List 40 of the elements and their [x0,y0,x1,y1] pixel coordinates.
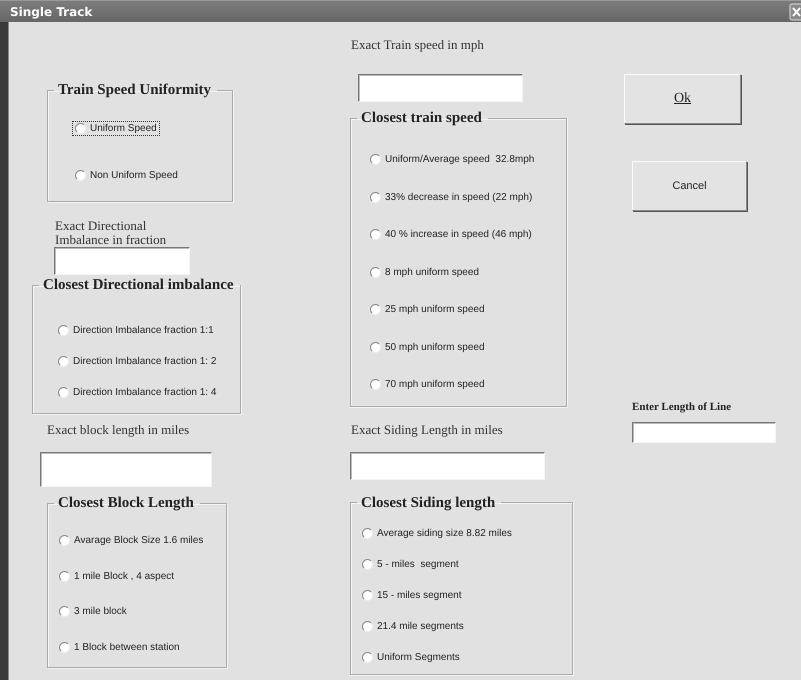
radio-option[interactable]: Uniform Speed [72,121,160,136]
radio-option[interactable]: 40 % increase in speed (46 mph) [367,227,535,242]
radio-option[interactable]: Avarage Block Size 1.6 miles [56,533,206,548]
radio-option[interactable]: 15 - miles segment [359,588,464,602]
radio-option[interactable]: 1 mile Block , 4 aspect [56,568,178,584]
input-field[interactable] [54,247,190,275]
radio-option[interactable]: Uniform/Average speed 32.8mph [367,152,538,168]
radio-option[interactable]: Non Uniform Speed [72,168,181,183]
input-field[interactable] [350,452,545,480]
radio-option[interactable]: Direction Imbalance fraction 1: 4 [55,385,220,400]
field-label: Exact block length in miles [47,422,190,438]
radio-option[interactable]: 25 mph uniform speed [367,302,488,318]
input-field[interactable] [40,452,212,487]
radio-option[interactable]: 1 Block between station [56,640,183,655]
radio-option[interactable]: 33% decrease in speed (22 mph) [367,190,536,205]
radio-option[interactable]: 3 mile block [56,604,130,620]
ok-button[interactable]: Ok [624,74,741,124]
input-field[interactable] [358,74,523,102]
radio-option[interactable]: Average siding size 8.82 miles [359,526,515,540]
group-title: Train Speed Uniformity [57,81,212,99]
group-title: Closest train speed [360,109,483,127]
radio-option[interactable]: Direction Imbalance fraction 1: 2 [55,354,220,369]
field-label: Enter Length of Line [632,400,732,414]
radio-option[interactable]: 50 mph uniform speed [367,340,488,355]
radio-option[interactable]: Direction Imbalance fraction 1:1 [55,323,217,338]
radio-option[interactable]: 21.4 mile segments [359,618,467,634]
field-label: Exact Siding Length in miles [351,422,503,438]
field-label: Exact Directional Imbalance in fraction [55,219,168,247]
group-title: Closest Directional imbalance [42,276,235,294]
cancel-button[interactable]: Cancel [632,161,747,211]
radio-option[interactable]: 5 - miles segment [359,556,462,572]
field-label: Exact Train speed in mph [351,37,484,53]
radio-option[interactable]: 8 mph uniform speed [367,264,482,280]
input-field[interactable] [632,422,776,443]
group-title: Closest Block Length [57,494,195,512]
group-title: Closest Siding length [360,494,496,512]
radio-option[interactable]: 70 mph uniform speed [367,377,488,392]
close-icon[interactable] [789,2,801,20]
window-title: Single Track [10,4,92,18]
radio-option[interactable]: Uniform Segments [359,650,463,664]
